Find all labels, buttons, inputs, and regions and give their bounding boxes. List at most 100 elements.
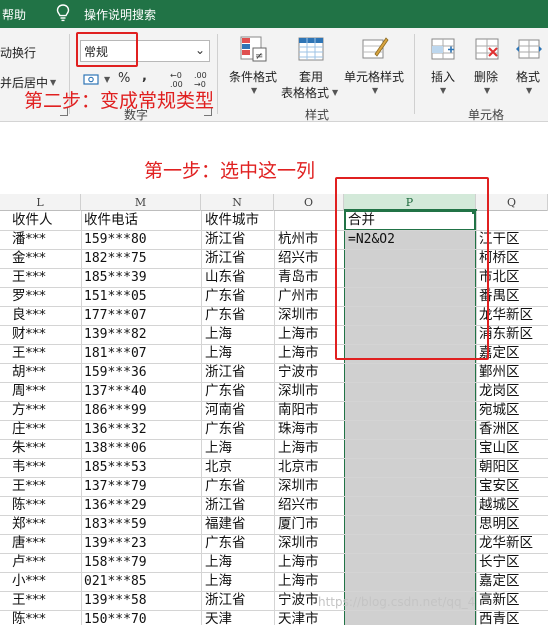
cell-district[interactable]: 嘉定区 [479, 572, 520, 591]
cell-district[interactable]: 龙华新区 [479, 534, 533, 553]
cell-recipient[interactable]: 陈*** [12, 610, 46, 625]
cell-city[interactable]: 宁波市 [278, 591, 319, 610]
column-header-o[interactable]: O [274, 194, 344, 211]
cell-city[interactable]: 南阳市 [278, 401, 319, 420]
cell-province[interactable]: 浙江省 [205, 230, 246, 249]
cell-recipient[interactable]: 庄*** [12, 420, 46, 439]
format-table-label-2[interactable]: 表格格式 [281, 84, 329, 101]
cell-district[interactable]: 越城区 [479, 496, 520, 515]
cell-district[interactable]: 宛城区 [479, 401, 520, 420]
column-header-n[interactable]: N [201, 194, 274, 211]
cell-city[interactable]: 深圳市 [278, 534, 319, 553]
cell-recipient[interactable]: 良*** [12, 306, 46, 325]
cell-province[interactable]: 福建省 [205, 515, 246, 534]
cell-city[interactable]: 北京市 [278, 458, 319, 477]
cell-province[interactable]: 山东省 [205, 268, 246, 287]
cell-phone[interactable]: 182***75 [84, 249, 147, 268]
cell-city[interactable]: 深圳市 [278, 382, 319, 401]
cell-city[interactable]: 珠海市 [278, 420, 319, 439]
cell-province[interactable]: 浙江省 [205, 496, 246, 515]
cell-recipient[interactable]: 陈*** [12, 496, 46, 515]
cell-city[interactable]: 天津市 [278, 610, 319, 625]
cell-styles-dropdown-icon[interactable]: ▼ [372, 86, 378, 95]
format-cells-icon[interactable] [514, 34, 544, 64]
cell-recipient[interactable]: 方*** [12, 401, 46, 420]
conditional-format-button[interactable]: 条件格式 [229, 68, 277, 85]
cell-recipient[interactable]: 罗*** [12, 287, 46, 306]
cell-province[interactable]: 广东省 [205, 287, 246, 306]
cell-province[interactable]: 上海 [205, 553, 232, 572]
insert-button[interactable]: 插入 [431, 68, 455, 85]
insert-dropdown-icon[interactable]: ▼ [440, 86, 446, 95]
cell-province[interactable]: 广东省 [205, 477, 246, 496]
conditional-format-dropdown-icon[interactable]: ▼ [251, 86, 257, 95]
cell-phone[interactable]: 139***23 [84, 534, 147, 553]
cell-district[interactable]: 龙岗区 [479, 382, 520, 401]
cell-city[interactable]: 上海市 [278, 439, 319, 458]
cell-district[interactable]: 高新区 [479, 591, 520, 610]
cell-recipient[interactable]: 王*** [12, 477, 46, 496]
tell-me-search[interactable]: 操作说明搜索 [84, 6, 156, 23]
cell-recipient[interactable]: 王*** [12, 591, 46, 610]
cell-recipient[interactable]: 小*** [12, 572, 46, 591]
cell-city[interactable]: 青岛市 [278, 268, 319, 287]
cell-city[interactable]: 上海市 [278, 572, 319, 591]
cell-province[interactable]: 天津 [205, 610, 232, 625]
cell-province[interactable]: 上海 [205, 439, 232, 458]
column-header-m[interactable]: M [81, 194, 201, 211]
cell-city[interactable]: 杭州市 [278, 230, 319, 249]
cell-province[interactable]: 浙江省 [205, 363, 246, 382]
cell-phone[interactable]: 183***59 [84, 515, 147, 534]
cell-phone[interactable]: 158***79 [84, 553, 147, 572]
cell-province[interactable]: 广东省 [205, 420, 246, 439]
header-cell-city[interactable]: 收件城市 [205, 211, 259, 230]
help-tab[interactable]: 帮助 [2, 6, 26, 23]
cell-district[interactable]: 长宁区 [479, 553, 520, 572]
format-table-dropdown-icon[interactable]: ▼ [332, 88, 338, 97]
delete-cells-icon[interactable] [472, 34, 502, 64]
delete-button[interactable]: 删除 [474, 68, 498, 85]
cell-phone[interactable]: 138***06 [84, 439, 147, 458]
cell-district[interactable]: 宝安区 [479, 477, 520, 496]
cell-district[interactable]: 朝阳区 [479, 458, 520, 477]
cell-phone[interactable]: 151***05 [84, 287, 147, 306]
cell-phone[interactable]: 137***40 [84, 382, 147, 401]
cell-province[interactable]: 河南省 [205, 401, 246, 420]
cell-province[interactable]: 北京 [205, 458, 232, 477]
cell-phone[interactable]: 185***39 [84, 268, 147, 287]
cell-province[interactable]: 浙江省 [205, 249, 246, 268]
cell-city[interactable]: 深圳市 [278, 306, 319, 325]
cell-recipient[interactable]: 王*** [12, 268, 46, 287]
cell-recipient[interactable]: 潘*** [12, 230, 46, 249]
cell-city[interactable]: 绍兴市 [278, 496, 319, 515]
cell-recipient[interactable]: 韦*** [12, 458, 46, 477]
format-dropdown-icon[interactable]: ▼ [526, 86, 532, 95]
cell-phone[interactable]: 186***99 [84, 401, 147, 420]
cell-city[interactable]: 广州市 [278, 287, 319, 306]
cell-city[interactable]: 上海市 [278, 553, 319, 572]
cell-district[interactable]: 宝山区 [479, 439, 520, 458]
cell-province[interactable]: 上海 [205, 572, 232, 591]
cell-phone[interactable]: 177***07 [84, 306, 147, 325]
comma-style-button[interactable]: , [142, 69, 147, 84]
cell-province[interactable]: 广东省 [205, 306, 246, 325]
cell-city[interactable]: 绍兴市 [278, 249, 319, 268]
cell-district[interactable]: 思明区 [479, 515, 520, 534]
cell-recipient[interactable]: 卢*** [12, 553, 46, 572]
cell-phone[interactable]: 139***58 [84, 591, 147, 610]
cell-recipient[interactable]: 朱*** [12, 439, 46, 458]
cell-phone[interactable]: 136***32 [84, 420, 147, 439]
chevron-down-icon[interactable]: ⌄ [195, 43, 205, 57]
cell-city[interactable]: 宁波市 [278, 363, 319, 382]
cell-phone[interactable]: 159***80 [84, 230, 147, 249]
cell-phone[interactable]: 021***85 [84, 572, 147, 591]
cell-phone[interactable]: 150***70 [84, 610, 147, 625]
currency-dropdown-icon[interactable]: ▼ [104, 75, 110, 84]
cell-recipient[interactable]: 郑*** [12, 515, 46, 534]
cell-recipient[interactable]: 胡*** [12, 363, 46, 382]
cell-recipient[interactable]: 金*** [12, 249, 46, 268]
cell-province[interactable]: 广东省 [205, 534, 246, 553]
delete-dropdown-icon[interactable]: ▼ [484, 86, 490, 95]
cell-province[interactable]: 上海 [205, 344, 232, 363]
cell-province[interactable]: 浙江省 [205, 591, 246, 610]
